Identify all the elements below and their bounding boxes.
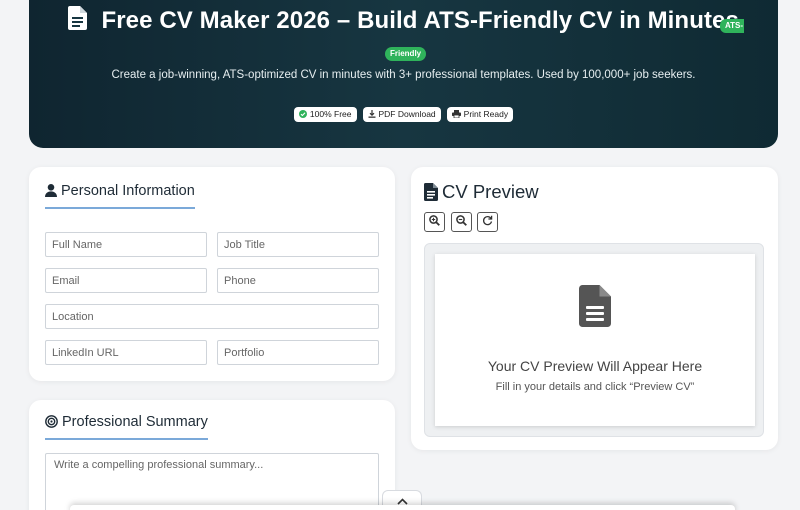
linkedin-input[interactable] [45, 340, 207, 365]
reset-zoom-button[interactable] [477, 212, 498, 232]
file-text-icon [424, 183, 438, 206]
hero-title: Free CV Maker 2026 – Build ATS-Friendly … [101, 6, 739, 34]
hero-banner: Free CV Maker 2026 – Build ATS-Friendly … [29, 0, 778, 148]
section-title-text: Personal Information [61, 183, 195, 199]
personal-info-title: Personal Information [45, 183, 195, 209]
zoom-out-icon [456, 213, 467, 231]
zoom-in-button[interactable] [424, 212, 445, 232]
portfolio-input[interactable] [217, 340, 379, 365]
cv-preview-hint: Fill in your details and click “Preview … [495, 381, 695, 393]
hero-subtitle: Create a job-winning, ATS-optimized CV i… [111, 69, 696, 81]
document-icon [579, 285, 611, 332]
location-input[interactable] [45, 304, 379, 329]
personal-info-card: Personal Information [29, 167, 395, 381]
friendly-badge: Friendly [385, 47, 427, 61]
job-title-input[interactable] [217, 232, 379, 257]
target-icon [45, 415, 58, 432]
printer-icon [451, 108, 461, 123]
professional-summary-title: Professional Summary [45, 414, 208, 440]
hero-title-row: Free CV Maker 2026 – Build ATS-Friendly … [29, 6, 778, 36]
chip-label: PDF Download [378, 109, 436, 119]
bottom-action-bar [70, 505, 735, 510]
download-icon [368, 108, 376, 123]
cv-preview-page: Your CV Preview Will Appear Here Fill in… [435, 254, 755, 426]
refresh-icon [482, 213, 493, 231]
check-circle-icon [298, 108, 307, 123]
file-text-icon [68, 6, 88, 35]
email-input[interactable] [45, 268, 207, 293]
chip-print: Print Ready [446, 107, 514, 123]
full-name-input[interactable] [45, 232, 207, 257]
feature-chips: 100% Free PDF Download Print Ready [29, 107, 778, 122]
zoom-in-icon [429, 213, 440, 231]
ats-friendly-badge: ATS- [720, 19, 744, 33]
zoom-out-button[interactable] [451, 212, 472, 232]
cv-preview-frame: Your CV Preview Will Appear Here Fill in… [424, 243, 764, 437]
chip-label: 100% Free [309, 109, 352, 119]
phone-input[interactable] [217, 268, 379, 293]
cv-preview-card: CV Preview Your CV Preview Will Appear H… [411, 167, 778, 450]
chip-label: Print Ready [463, 109, 509, 119]
cv-preview-title-text: CV Preview [442, 181, 539, 202]
chip-free: 100% Free [293, 107, 357, 123]
chip-pdf: PDF Download [362, 107, 441, 123]
user-icon [45, 184, 57, 201]
section-title-text: Professional Summary [62, 414, 208, 430]
summary-textarea[interactable] [45, 453, 379, 510]
cv-preview-heading: Your CV Preview Will Appear Here [487, 358, 703, 374]
cv-preview-title: CV Preview [424, 181, 539, 206]
professional-summary-card: Professional Summary [29, 400, 395, 510]
